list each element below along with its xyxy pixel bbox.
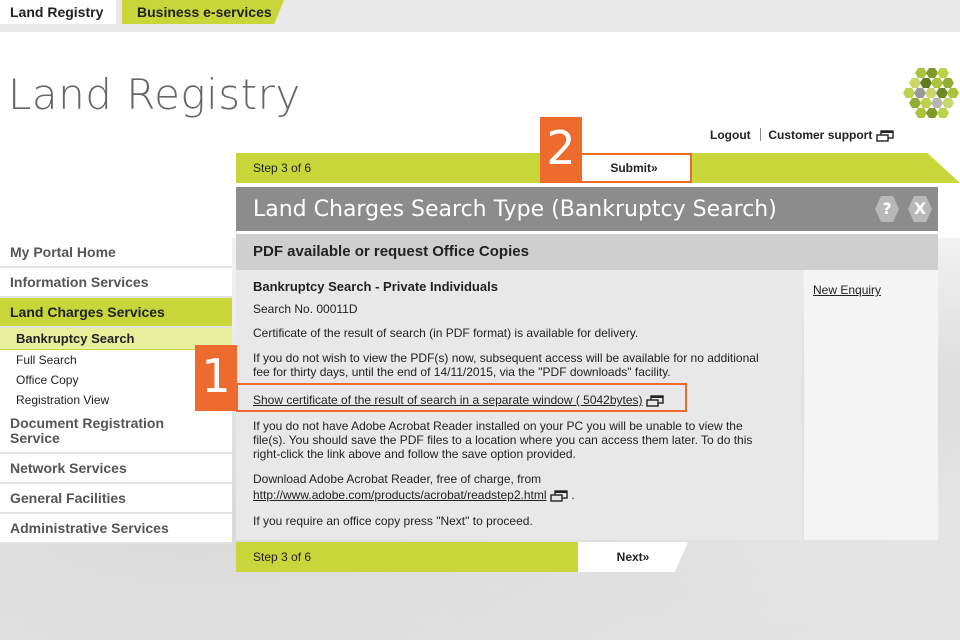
land-registry-logo-icon [903,68,959,118]
step-indicator: Step 3 of 6 [253,161,312,175]
external-window-icon[interactable] [876,130,894,142]
callout-highlight-1 [236,383,687,412]
search-number: Search No. 00011D [253,302,358,316]
nav-network-services[interactable]: Network Services [0,454,232,484]
nav-label-line: Document Registration [10,415,165,431]
section-heading: PDF available or request Office Copies [236,234,938,270]
nav-information-services[interactable]: Information Services [0,268,232,298]
top-bar: Land Registry Business e-services [0,0,960,32]
logo-wordmark: Land Registry [8,70,301,119]
nav-document-registration-service[interactable]: Document Registration Service [0,410,232,454]
step-indicator: Step 3 of 6 [253,550,312,564]
callout-number-2: 2 [540,117,582,183]
acrobat-text-3: right-click the link above and follow th… [253,447,576,461]
utility-links: Logout Customer support [710,128,894,142]
nav-administrative-services[interactable]: Administrative Services [0,514,232,544]
new-enquiry-link[interactable]: New Enquiry [813,283,881,297]
acrobat-text-1: If you do not have Adobe Acrobat Reader … [253,419,743,433]
adobe-link-row: http://www.adobe.com/products/acrobat/re… [253,488,783,502]
external-window-icon[interactable] [550,490,568,502]
customer-support-link[interactable]: Customer support [768,128,872,142]
subsequent-access-text-2: fee for thirty days, until the end of 14… [253,365,671,379]
next-button[interactable]: Next» [578,542,688,572]
pdf-available-text: Certificate of the result of search (in … [253,326,639,340]
tab-business-eservices[interactable]: Business e-services [122,0,284,24]
side-panel: New Enquiry [804,270,938,540]
content-heading: Bankruptcy Search - Private Individuals [253,279,498,294]
callout-number-1: 1 [195,345,237,411]
title-icons: ? X [873,195,932,222]
acrobat-text-2: file(s). You should save the PDF files t… [253,433,753,447]
close-icon[interactable]: X [908,196,932,222]
subsequent-access-text-1: If you do not wish to view the PDF(s) no… [253,351,759,365]
nav-label-line: Service [10,430,60,446]
page-title-bar: Land Charges Search Type (Bankruptcy Sea… [236,187,938,231]
adobe-link-period: . [571,488,575,502]
logout-link[interactable]: Logout [710,128,751,142]
office-copy-text: If you require an office copy press "Nex… [253,514,533,528]
download-acrobat-text: Download Adobe Acrobat Reader, free of c… [253,472,542,486]
tab-land-registry[interactable]: Land Registry [0,0,116,24]
page-title: Land Charges Search Type (Bankruptcy Sea… [253,197,777,222]
help-icon[interactable]: ? [875,196,899,222]
nav-my-portal-home[interactable]: My Portal Home [0,238,232,268]
utility-divider [760,128,761,141]
nav-land-charges-services[interactable]: Land Charges Services [0,298,232,328]
adobe-reader-link[interactable]: http://www.adobe.com/products/acrobat/re… [253,488,547,502]
callout-highlight-2 [578,153,692,183]
step-bar-bottom: Step 3 of 6 Next» [236,542,688,572]
nav-general-facilities[interactable]: General Facilities [0,484,232,514]
